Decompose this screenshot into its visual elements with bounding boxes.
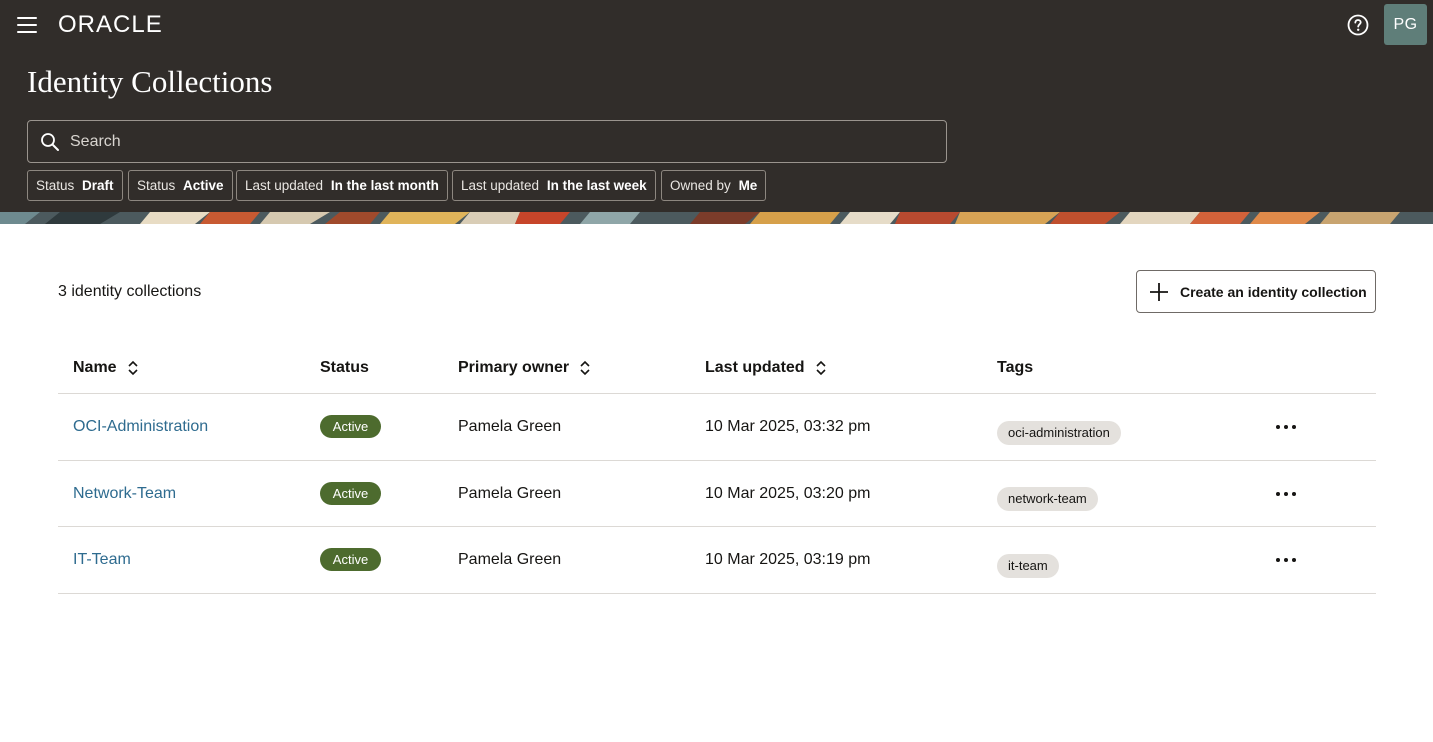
collection-link-it-team[interactable]: IT-Team [73, 551, 131, 569]
primary-owner: Pamela Green [458, 485, 562, 502]
column-header-status: Status [320, 359, 369, 376]
column-header-name[interactable]: Name [73, 359, 139, 377]
sort-icon[interactable] [815, 360, 827, 376]
last-updated: 10 Mar 2025, 03:19 pm [705, 551, 871, 568]
status-badge: Active [320, 415, 381, 438]
create-button-label: Create an identity collection [1180, 283, 1367, 300]
create-collection-button[interactable]: Create an identity collection [1136, 270, 1376, 313]
filter-label: Owned by [670, 178, 731, 193]
filter-label: Status [36, 178, 75, 193]
filter-label: Status [137, 178, 176, 193]
filter-chip-updated-week[interactable]: Last updated In the last week [452, 170, 656, 201]
primary-owner: Pamela Green [458, 551, 562, 568]
sort-icon[interactable] [579, 360, 591, 376]
filter-chip-owned-by-me[interactable]: Owned by Me [661, 170, 767, 201]
more-actions-icon[interactable] [1274, 550, 1298, 570]
filter-value: Active [183, 178, 224, 193]
table-row-divider [58, 460, 1376, 461]
tag-chip: it-team [997, 554, 1059, 578]
filter-label: Last updated [245, 178, 324, 193]
plus-icon [1150, 282, 1168, 301]
last-updated: 10 Mar 2025, 03:20 pm [705, 485, 871, 502]
filter-value: Draft [82, 178, 114, 193]
sort-icon[interactable] [127, 360, 139, 376]
decorative-banner [0, 212, 1433, 224]
help-icon[interactable] [1346, 13, 1370, 37]
search-icon [41, 133, 59, 151]
column-header-primary-owner[interactable]: Primary owner [458, 359, 591, 377]
hamburger-menu-icon[interactable] [14, 12, 40, 38]
column-header-tags: Tags [997, 359, 1034, 376]
collection-link-oci-administration[interactable]: OCI-Administration [73, 418, 208, 436]
collection-link-network-team[interactable]: Network-Team [73, 485, 176, 503]
table-row-divider [58, 593, 1376, 594]
filter-label: Last updated [461, 178, 540, 193]
more-actions-icon[interactable] [1274, 417, 1298, 437]
status-badge: Active [320, 482, 381, 505]
tag-chip: oci-administration [997, 421, 1121, 445]
search-box [27, 120, 947, 163]
filter-value: Me [738, 178, 758, 193]
filter-value: In the last week [546, 178, 647, 193]
user-avatar[interactable]: PG [1384, 4, 1427, 45]
primary-owner: Pamela Green [458, 418, 562, 435]
last-updated: 10 Mar 2025, 03:32 pm [705, 418, 871, 435]
table-row-divider [58, 526, 1376, 527]
collection-count: 3 identity collections [58, 283, 202, 300]
filter-chip-status-draft[interactable]: Status Draft [27, 170, 123, 201]
filter-value: In the last month [330, 178, 439, 193]
filter-chip-updated-month[interactable]: Last updated In the last month [236, 170, 448, 201]
app-header: ORACLE PG Identity Collections Status Dr… [0, 0, 1433, 224]
more-actions-icon[interactable] [1274, 484, 1298, 504]
search-input[interactable] [70, 121, 930, 162]
column-header-last-updated[interactable]: Last updated [705, 359, 827, 377]
status-badge: Active [320, 548, 381, 571]
table-divider [58, 393, 1376, 394]
filter-chip-status-active[interactable]: Status Active [128, 170, 233, 201]
tag-chip: network-team [997, 487, 1098, 511]
svg-text:ORACLE: ORACLE [58, 11, 163, 36]
page-title: Identity Collections [27, 64, 273, 99]
oracle-logo: ORACLE [58, 11, 163, 36]
